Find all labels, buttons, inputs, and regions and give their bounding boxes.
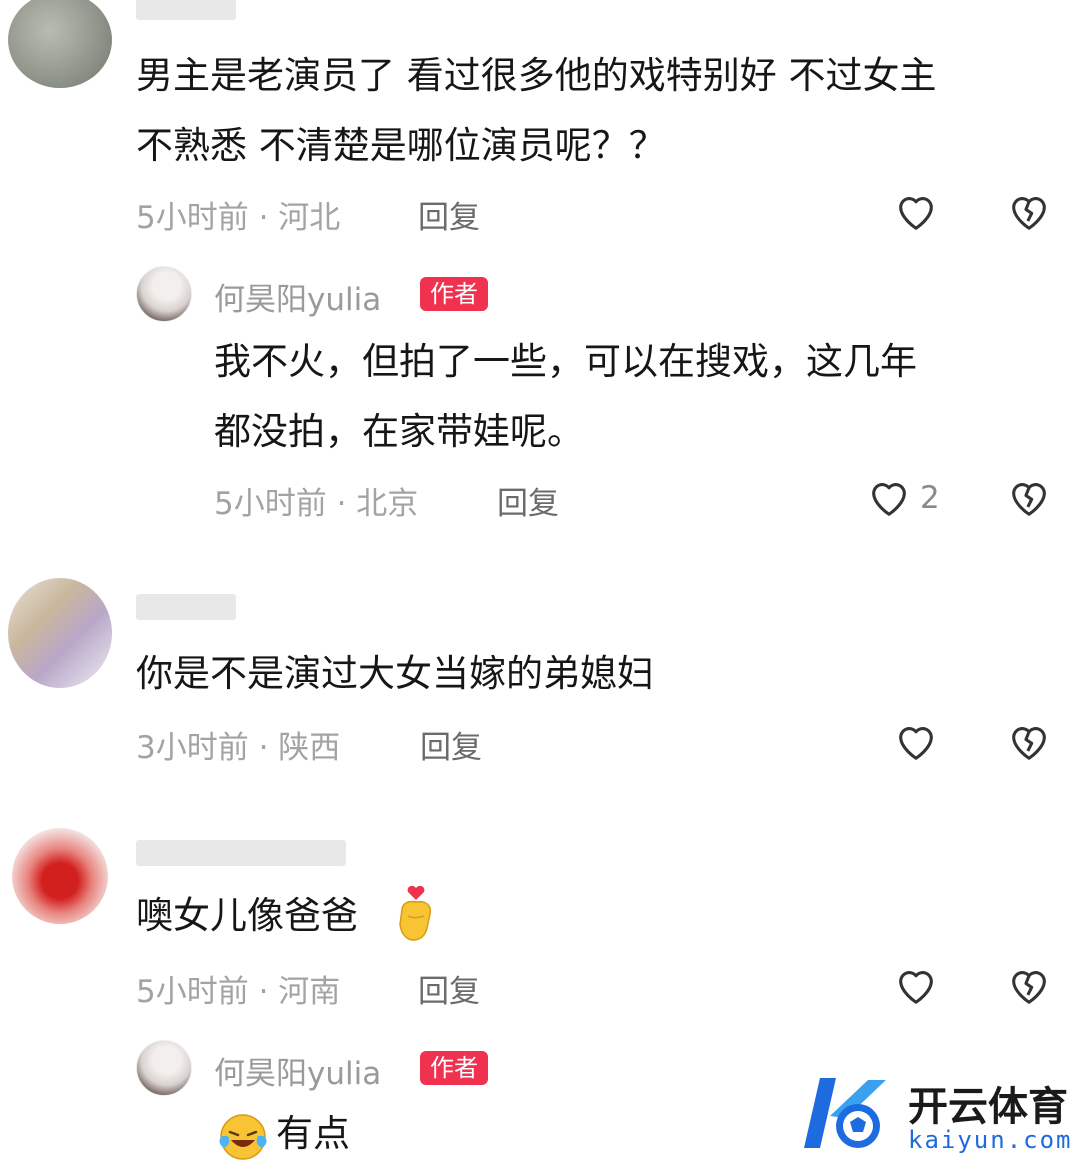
dislike-broken-heart-icon[interactable] bbox=[1006, 962, 1052, 1008]
user-avatar-2[interactable] bbox=[8, 578, 112, 688]
like-count: 2 bbox=[920, 480, 940, 516]
author-name[interactable]: 何昊阳yulia bbox=[214, 274, 381, 319]
reply-time-location: 5小时前 · 北京 bbox=[214, 486, 419, 522]
comment-text-line: 不熟悉 不清楚是哪位演员呢？？ bbox=[136, 124, 666, 167]
user-avatar-3[interactable] bbox=[12, 828, 108, 924]
comment-time-location: 3小时前 · 陕西 bbox=[136, 730, 341, 766]
author-avatar[interactable] bbox=[136, 1040, 192, 1096]
comment-text-line: 男主是老演员了 看过很多他的戏特别好 不过女主 bbox=[136, 54, 937, 97]
like-heart-icon[interactable] bbox=[893, 188, 939, 234]
dislike-broken-heart-icon[interactable] bbox=[1006, 474, 1052, 520]
reply-text-line: 有点 bbox=[276, 1112, 350, 1155]
username-blurred-2[interactable] bbox=[136, 594, 236, 620]
author-badge: 作者 bbox=[420, 1051, 488, 1085]
tears-of-joy-emoji-icon bbox=[219, 1114, 267, 1160]
comment-text-line: 噢女儿像爸爸 bbox=[136, 894, 358, 937]
author-avatar[interactable] bbox=[136, 266, 192, 322]
reply-text-line: 都没拍，在家带娃呢。 bbox=[214, 410, 584, 453]
comment-text-line: 你是不是演过大女当嫁的弟媳妇 bbox=[136, 652, 654, 695]
reply-text-line: 我不火，但拍了一些，可以在搜戏，这几年 bbox=[214, 340, 917, 383]
like-heart-icon[interactable] bbox=[893, 962, 939, 1008]
user-avatar-1[interactable] bbox=[8, 0, 112, 88]
comment-time-location: 5小时前 · 河南 bbox=[136, 974, 341, 1010]
watermark-title: 开云体育 bbox=[908, 1084, 1068, 1130]
dislike-broken-heart-icon[interactable] bbox=[1006, 718, 1052, 764]
finger-heart-emoji-icon bbox=[399, 886, 432, 941]
like-heart-icon[interactable] bbox=[893, 718, 939, 764]
username-blurred-1[interactable] bbox=[136, 0, 236, 20]
username-blurred-3[interactable] bbox=[136, 840, 346, 866]
reply-button[interactable]: 回复 bbox=[420, 722, 482, 767]
kaiyun-logo-icon bbox=[804, 1078, 886, 1148]
watermark-subtitle: kaiyun.com bbox=[908, 1126, 1073, 1154]
author-name[interactable]: 何昊阳yulia bbox=[214, 1048, 381, 1093]
reply-button[interactable]: 回复 bbox=[418, 192, 480, 237]
comment-time-location: 5小时前 · 河北 bbox=[136, 200, 341, 236]
author-badge: 作者 bbox=[420, 277, 488, 311]
watermark: 开云体育 kaiyun.com bbox=[790, 1070, 1080, 1160]
reply-button[interactable]: 回复 bbox=[418, 966, 480, 1011]
dislike-broken-heart-icon[interactable] bbox=[1006, 188, 1052, 234]
like-heart-icon[interactable] bbox=[866, 474, 912, 520]
reply-button[interactable]: 回复 bbox=[497, 478, 559, 523]
